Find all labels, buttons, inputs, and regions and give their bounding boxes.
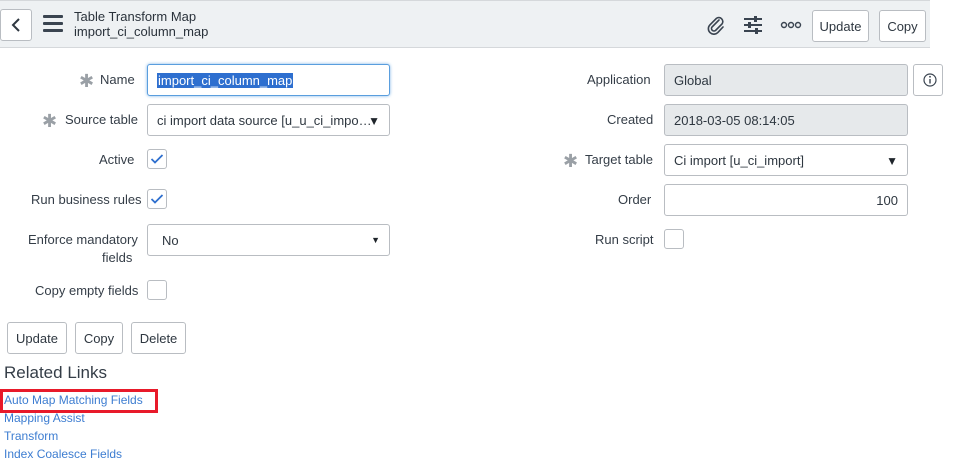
run-script-label: Run script [595, 232, 654, 247]
paperclip-icon[interactable] [704, 13, 728, 37]
copy-empty-fields-label: Copy empty fields [35, 283, 139, 298]
update-button[interactable]: Update [7, 322, 67, 354]
related-link-index-coalesce[interactable]: Index Coalesce Fields [4, 447, 122, 461]
enforce-mandatory-select[interactable]: No ▼ [147, 224, 390, 256]
back-button[interactable] [0, 9, 32, 41]
more-icon[interactable] [779, 13, 803, 37]
header-copy-button[interactable]: Copy [879, 10, 926, 42]
form-header: Table Transform Map import_ci_column_map… [0, 0, 930, 48]
application-field: Global [664, 64, 908, 96]
required-icon: ✱ [563, 151, 579, 171]
source-table-label: Source table [65, 112, 138, 127]
page-title: Table Transform Map [74, 9, 197, 24]
run-business-rules-checkbox[interactable] [147, 189, 167, 209]
active-checkbox[interactable] [147, 149, 167, 169]
related-link-auto-map[interactable]: Auto Map Matching Fields [4, 393, 143, 407]
sliders-icon[interactable] [741, 13, 765, 37]
application-info-button[interactable] [913, 64, 943, 96]
enforce-mandatory-label: Enforce mandatory [28, 232, 138, 247]
created-label: Created [607, 112, 654, 127]
related-links-title: Related Links [4, 363, 108, 382]
related-link-mapping-assist[interactable]: Mapping Assist [4, 411, 85, 425]
dropdown-caret-icon: ▼ [886, 154, 898, 168]
name-value: import_ci_column_map [157, 72, 294, 88]
created-value: 2018-03-05 08:14:05 [674, 112, 795, 128]
name-field[interactable]: import_ci_column_map [147, 64, 390, 96]
order-label: Order [618, 192, 652, 207]
source-table-value: ci import data source [u_u_ci_impo… [157, 112, 372, 128]
delete-button[interactable]: Delete [131, 322, 186, 354]
order-field[interactable]: 100 [664, 184, 908, 216]
menu-icon[interactable] [43, 15, 63, 33]
name-label: Name [100, 72, 135, 87]
checkmark-icon [150, 154, 164, 164]
title-block: Table Transform Map import_ci_column_map [74, 9, 208, 39]
active-label: Active [99, 152, 135, 167]
application-value: Global [674, 72, 712, 88]
dropdown-caret-icon: ▼ [368, 114, 380, 128]
related-link-transform[interactable]: Transform [4, 429, 58, 443]
back-icon [11, 18, 20, 32]
created-field: 2018-03-05 08:14:05 [664, 104, 908, 136]
enforce-mandatory-value: No [162, 232, 179, 248]
copy-button[interactable]: Copy [75, 322, 123, 354]
source-table-select[interactable]: ci import data source [u_u_ci_impo… ▼ [147, 104, 390, 136]
checkmark-icon [150, 194, 164, 204]
run-script-checkbox[interactable] [664, 229, 684, 249]
run-business-rules-label: Run business rules [31, 192, 142, 207]
record-name: import_ci_column_map [74, 24, 209, 39]
header-update-button[interactable]: Update [812, 10, 869, 42]
info-icon [923, 73, 937, 87]
required-icon: ✱ [79, 71, 95, 91]
application-label: Application [587, 72, 651, 87]
target-table-select[interactable]: Ci import [u_ci_import] ▼ [664, 144, 908, 176]
target-table-value: Ci import [u_ci_import] [674, 152, 805, 168]
copy-empty-fields-checkbox[interactable] [147, 280, 167, 300]
dropdown-caret-icon: ▼ [371, 235, 380, 245]
target-table-label: Target table [585, 152, 653, 167]
enforce-mandatory-label-line2: fields [102, 250, 133, 265]
order-value: 100 [876, 192, 898, 208]
required-icon: ✱ [42, 111, 58, 131]
